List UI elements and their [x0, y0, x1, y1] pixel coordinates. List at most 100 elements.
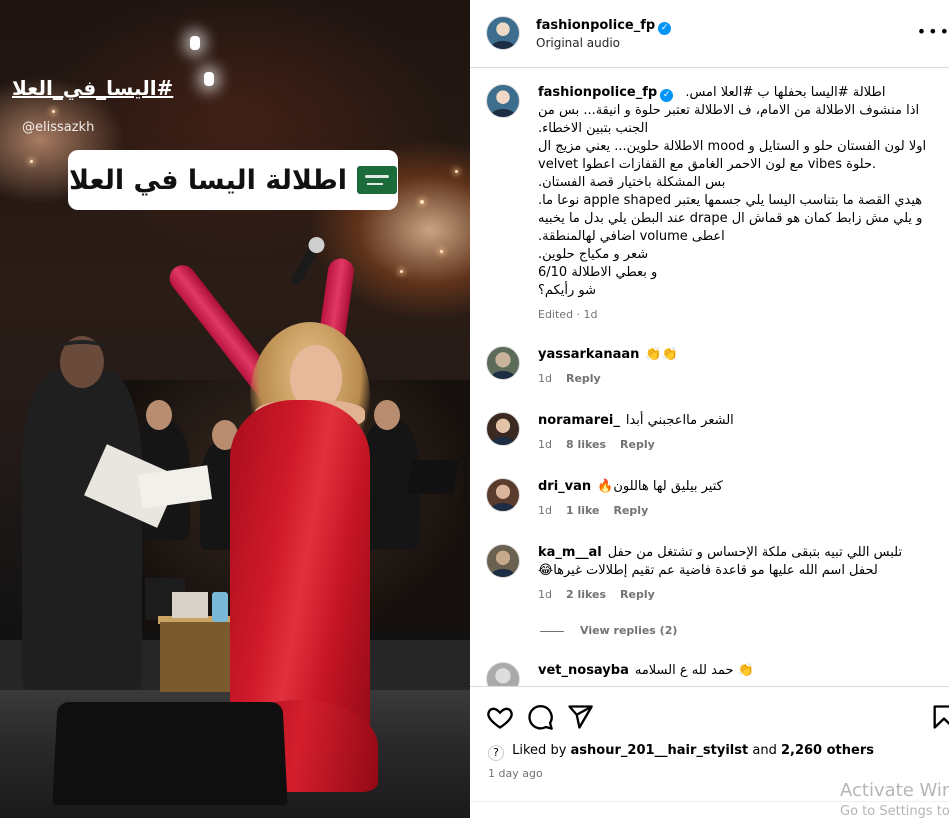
reply-button[interactable]: Reply [620, 438, 655, 451]
comment-time: 1d [538, 504, 552, 517]
comment-meta: 1d 1 like Reply [538, 502, 938, 520]
reply-button[interactable]: Reply [620, 588, 655, 601]
comment: ka_m__al تلبس اللي تبيه بتبقى ملكة الإحسا… [486, 544, 949, 628]
caption-line: هيدي القصة ما بتناسب اليسا يلي جسمها يعت… [538, 193, 923, 208]
caption-line: اعطى volume اضافي لهالمنطقة. [538, 229, 725, 244]
comment-username[interactable]: ka_m__al [538, 545, 602, 560]
reply-button[interactable]: Reply [614, 504, 649, 517]
post-header: fashionpolice_fp ✓ Original audio ••• [470, 0, 949, 68]
microphone [290, 244, 320, 286]
comment-body: vet_nosayba 👏 حمد لله ع السلامه [538, 662, 938, 680]
post-first-line: fashionpolice_fp ✓ اطلالة #اليسا بحفلها ب… [538, 84, 949, 102]
caption-line: اطلالة #اليسا بحفلها ب #العلا امس. [685, 85, 886, 100]
caption-line: الجنب بتبين الاخطاء. [538, 121, 649, 136]
post-meta: Edited · 1d [538, 308, 598, 321]
comment: noramarei_ الشعر مااعجبني أبدا 1d 8 likes R… [486, 412, 949, 472]
water-bottle [212, 592, 228, 622]
windows-activation-watermark-sub: Go to Settings to [840, 804, 949, 819]
comment-body: dri_van كتير بيليق لها هاللون🔥 1d 1 like Re… [538, 478, 938, 520]
comment-text: الشعر مااعجبني أبدا [625, 413, 734, 428]
hashtag-overlay: #اليسا_في_العلا [12, 76, 174, 100]
header-user: fashionpolice_fp ✓ [536, 14, 672, 35]
caption-line: و بعطي الاطلالة 6/10 [538, 265, 658, 280]
comment-meta: 1d Reply [538, 370, 938, 388]
comment-username[interactable]: vet_nosayba [538, 663, 629, 678]
avatar[interactable] [486, 16, 520, 50]
likes-prefix: Liked by [512, 743, 567, 758]
avatar[interactable] [486, 662, 520, 686]
avatar[interactable] [486, 412, 520, 446]
verified-badge-icon: ✓ [660, 89, 674, 102]
avatar[interactable] [486, 544, 520, 578]
comment-text: كتير بيليق لها هاللون🔥 [597, 479, 723, 494]
stage-light [190, 36, 200, 50]
ellipsis-icon[interactable]: ••• [917, 22, 949, 41]
musician-head [374, 400, 400, 430]
comment-likes[interactable]: 1 like [566, 504, 600, 517]
comment-body: ka_m__al تلبس اللي تبيه بتبقى ملكة الإحسا… [538, 544, 938, 604]
audio-label[interactable]: Original audio [536, 36, 620, 50]
music-stand [407, 460, 459, 494]
spark [420, 200, 424, 204]
comment-likes[interactable]: 2 likes [566, 588, 606, 601]
comment-text: 👏 حمد لله ع السلامه [634, 663, 754, 678]
heart-icon[interactable] [486, 703, 514, 731]
side-table [160, 622, 240, 692]
caption-overlay-text: اطلالة اليسا في العلا [68, 164, 348, 196]
comment-username[interactable]: noramarei_ [538, 413, 620, 428]
spark [455, 170, 458, 173]
conductor [22, 370, 142, 690]
avatar[interactable] [486, 478, 520, 512]
comment-body: yassarkanaan 👏👏 1d Reply [538, 346, 938, 388]
reply-button[interactable]: Reply [566, 372, 601, 385]
comment-username[interactable]: yassarkanaan [538, 347, 639, 362]
comment-icon[interactable] [526, 703, 554, 731]
musician-head [146, 400, 172, 430]
caption-line: و يلي مش زابط كمان هو قماش ال drape عند … [538, 211, 923, 226]
comment-time: 1d [538, 588, 552, 601]
likes-summary: ? Liked by ashour_201__hair_styilst and … [488, 743, 874, 761]
spark [400, 270, 403, 273]
caption-line: velvet مع لون الاحمر الغامق مع القفازات … [538, 157, 877, 172]
caption-line: شعر و مكياج حلوين. [538, 247, 649, 262]
avatar[interactable] [486, 346, 520, 380]
header-username[interactable]: fashionpolice_fp [536, 18, 655, 33]
comment-meta: 1d 2 likes Reply [538, 586, 938, 604]
windows-activation-watermark: Activate Win [840, 780, 949, 801]
post-caption-text: fashionpolice_fp ✓ اطلالة #اليسا بحفلها ب… [538, 84, 949, 324]
tissue-box [172, 592, 208, 618]
post-video[interactable]: #اليسا_في_العلا @elissazkh اطلالة اليسا … [0, 0, 470, 818]
caption-line: شو رأيكم؟ [538, 283, 596, 298]
likes-others[interactable]: 2,260 others [781, 743, 874, 758]
stage-light [204, 72, 214, 86]
comment-meta: 1d 8 likes Reply [538, 436, 938, 454]
comment: yassarkanaan👏👏 1dReply ♡ [486, 346, 949, 406]
post-time: 1 day ago [488, 767, 543, 780]
caption-line: اولا لون الفستان حلو و الستايل و mood ال… [538, 139, 927, 154]
comment-username[interactable]: dri_van [538, 479, 591, 494]
bookmark-icon[interactable] [930, 703, 949, 731]
comment: dri_van كتير بيليق لها هاللون🔥 1d 1 like Re… [486, 478, 949, 538]
comment-text-cont: لحفل اسم الله عليها مو قاعدة فاضية عم تق… [538, 563, 878, 578]
spark [440, 250, 443, 253]
comment-text: تلبس اللي تبيه بتبقى ملكة الإحساس و تشتغ… [607, 545, 903, 560]
likes-and: and [752, 743, 777, 758]
spark [30, 160, 33, 163]
caption-line: بس المشكلة باختيار قصة الفستان. [538, 175, 726, 190]
caption-overlay: اطلالة اليسا في العلا [68, 150, 398, 210]
comment-time: 1d [538, 372, 552, 385]
mention-overlay: @elissazkh [22, 120, 95, 135]
conductor-head [54, 336, 110, 388]
saudi-flag-icon [357, 166, 398, 194]
spark [52, 110, 55, 113]
comments-scroll-area[interactable]: fashionpolice_fp ✓ اطلالة #اليسا بحفلها ب… [470, 68, 949, 686]
comment-likes[interactable]: 8 likes [566, 438, 606, 451]
avatar[interactable] [486, 84, 520, 118]
view-replies-button[interactable]: View replies (2) [540, 624, 677, 637]
verified-badge-icon: ✓ [658, 22, 672, 35]
comment-text: 👏👏 [645, 347, 678, 362]
likes-user[interactable]: ashour_201__hair_styilst [571, 743, 749, 758]
liker-avatar-icon[interactable]: ? [488, 745, 504, 761]
post-username[interactable]: fashionpolice_fp [538, 85, 657, 100]
share-icon[interactable] [566, 703, 594, 731]
